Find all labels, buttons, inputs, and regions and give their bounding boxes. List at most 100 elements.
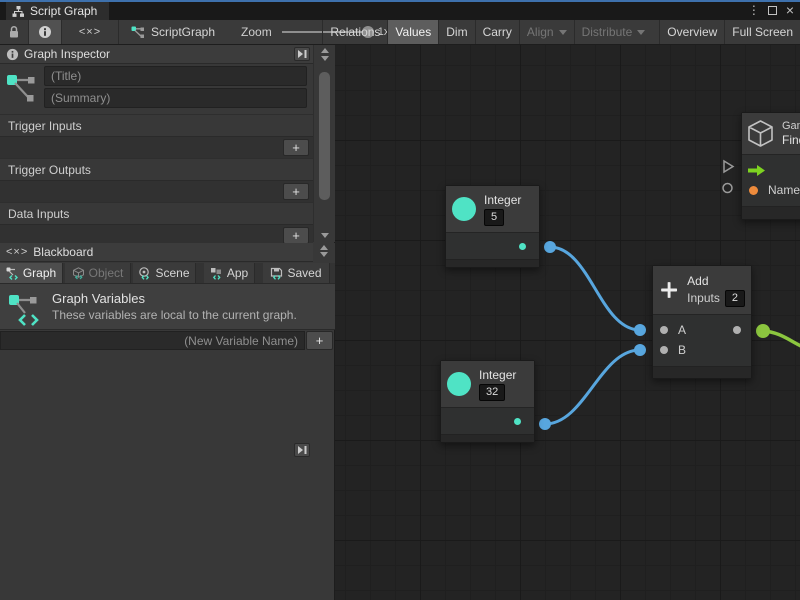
- relations-button[interactable]: Relations: [322, 20, 387, 44]
- integer-value-field[interactable]: 32: [479, 384, 505, 401]
- wire-integer32-to-add-b[interactable]: [545, 350, 640, 424]
- graph-summary-input[interactable]: [44, 88, 307, 108]
- integer-value-field[interactable]: 5: [484, 209, 504, 226]
- focus-accent-line: [0, 0, 800, 2]
- graph-mini-icon: [131, 25, 146, 39]
- name-port-label: Name: [768, 183, 800, 197]
- wire-endpoint-green[interactable]: [756, 324, 770, 338]
- node-title: Integer: [484, 193, 521, 207]
- tab-scene[interactable]: Scene: [133, 263, 196, 283]
- wire-endpoint-blue[interactable]: [544, 241, 556, 253]
- graph-canvas[interactable]: Integer 5 Integer 32: [335, 45, 800, 600]
- section-data-inputs: Data Inputs: [0, 202, 313, 224]
- blackboard-toggle-button[interactable]: <×>: [62, 20, 119, 44]
- wire-endpoint-blue[interactable]: [539, 418, 551, 430]
- carry-button[interactable]: Carry: [475, 20, 519, 44]
- close-icon[interactable]: ×: [786, 5, 794, 15]
- node-title: Add: [687, 274, 745, 288]
- app-tab-icon: [210, 267, 223, 280]
- angle-x-icon: <×>: [6, 246, 28, 258]
- lock-icon: [8, 25, 20, 39]
- align-dropdown[interactable]: Align: [519, 20, 574, 44]
- find-node[interactable]: Game Find Name: [741, 112, 800, 220]
- tab-label: Script Graph: [30, 4, 97, 18]
- tab-saved[interactable]: Saved: [263, 263, 330, 283]
- add-variable-button[interactable]: +: [306, 331, 333, 350]
- data-port-circle[interactable]: [723, 184, 732, 193]
- add-trigger-output-button[interactable]: +: [283, 183, 309, 200]
- game-object-cube-icon: [747, 119, 774, 148]
- graph-variables-block: Graph Variables These variables are loca…: [0, 283, 335, 330]
- add-node[interactable]: Add Inputs 2 A B: [652, 265, 752, 379]
- trigger-arrow-icon[interactable]: [748, 165, 765, 176]
- scroll-up-icon[interactable]: [321, 48, 329, 53]
- tab-app[interactable]: App: [204, 263, 255, 283]
- scroll-down-icon[interactable]: [320, 252, 328, 257]
- maximize-icon[interactable]: [768, 6, 777, 15]
- scroll-up-icon[interactable]: [320, 245, 328, 250]
- tab-graph[interactable]: Graph: [0, 263, 63, 283]
- add-output-port[interactable]: [733, 326, 741, 334]
- integer-node-bottom[interactable]: Integer 32: [440, 360, 535, 443]
- scroll-down-icon[interactable]: [321, 233, 329, 238]
- integer-node-top[interactable]: Integer 5: [445, 185, 540, 268]
- inspector-toggle-button[interactable]: [29, 20, 62, 44]
- section-trigger-inputs: Trigger Inputs: [0, 114, 313, 136]
- graph-breadcrumb[interactable]: ScriptGraph: [131, 20, 215, 44]
- dock-icon: [297, 445, 308, 455]
- scrollbar-thumb[interactable]: [319, 72, 330, 200]
- integer-type-icon: [452, 197, 476, 221]
- port-a-label: A: [678, 323, 686, 337]
- trigger-port-triangle[interactable]: [724, 161, 733, 172]
- node-title: Find: [782, 133, 800, 147]
- blackboard-scroll-arrows[interactable]: [313, 243, 335, 263]
- dock-panel-button[interactable]: [294, 47, 310, 61]
- blackboard-tabs: Graph Object Scene: [0, 263, 335, 283]
- wire-endpoint-blue[interactable]: [634, 344, 646, 356]
- chevron-down-icon: [559, 30, 567, 35]
- lock-button[interactable]: [0, 20, 29, 44]
- graph-variables-icon: [8, 291, 42, 329]
- overview-button[interactable]: Overview: [659, 20, 724, 44]
- script-graph-icon: [12, 5, 25, 18]
- toolbar: <×> ScriptGraph Zoom 1x Relations Values…: [0, 20, 800, 45]
- add-trigger-input-button[interactable]: +: [283, 139, 309, 156]
- dim-button[interactable]: Dim: [438, 20, 474, 44]
- integer-output-port[interactable]: [514, 418, 521, 425]
- scroll-down-icon[interactable]: [321, 56, 329, 61]
- angle-x-icon: <×>: [79, 26, 101, 38]
- scene-tab-icon: [138, 267, 151, 280]
- integer-type-icon: [447, 372, 471, 396]
- distribute-dropdown[interactable]: Distribute: [574, 20, 653, 44]
- inputs-count-field[interactable]: 2: [725, 290, 745, 307]
- plus-icon: [659, 276, 679, 304]
- blackboard-title: Blackboard: [33, 245, 93, 259]
- graph-name: ScriptGraph: [151, 25, 215, 39]
- chevron-down-icon: [637, 30, 645, 35]
- inspector-scrollbar[interactable]: [313, 45, 335, 242]
- name-input-port[interactable]: [749, 186, 758, 195]
- blackboard-header: <×> Blackboard: [0, 243, 313, 262]
- node-footer: [441, 434, 534, 442]
- wire-integer5-to-add-a[interactable]: [550, 247, 640, 330]
- integer-output-port[interactable]: [519, 243, 526, 250]
- window-menu-icon[interactable]: ⋮: [748, 3, 759, 17]
- node-footer: [653, 366, 751, 378]
- node-footer: [446, 259, 539, 267]
- dock-blackboard-button[interactable]: [294, 443, 310, 457]
- node-title: Integer: [479, 368, 516, 382]
- graph-tab-icon: [6, 267, 19, 280]
- node-subtitle: Game: [782, 120, 800, 132]
- title-bar: Script Graph ⋮ ×: [0, 0, 800, 20]
- add-data-input-button[interactable]: +: [283, 227, 309, 244]
- tab-script-graph[interactable]: Script Graph: [6, 2, 109, 20]
- port-a-input[interactable]: [660, 326, 668, 334]
- graph-title-input[interactable]: [44, 66, 307, 86]
- new-variable-input[interactable]: [0, 331, 305, 350]
- port-b-input[interactable]: [660, 346, 668, 354]
- tab-object[interactable]: Object: [65, 263, 131, 283]
- wire-endpoint-blue[interactable]: [634, 324, 646, 336]
- node-footer: [742, 206, 800, 219]
- full-screen-button[interactable]: Full Screen: [724, 20, 800, 44]
- values-button[interactable]: Values: [387, 20, 438, 44]
